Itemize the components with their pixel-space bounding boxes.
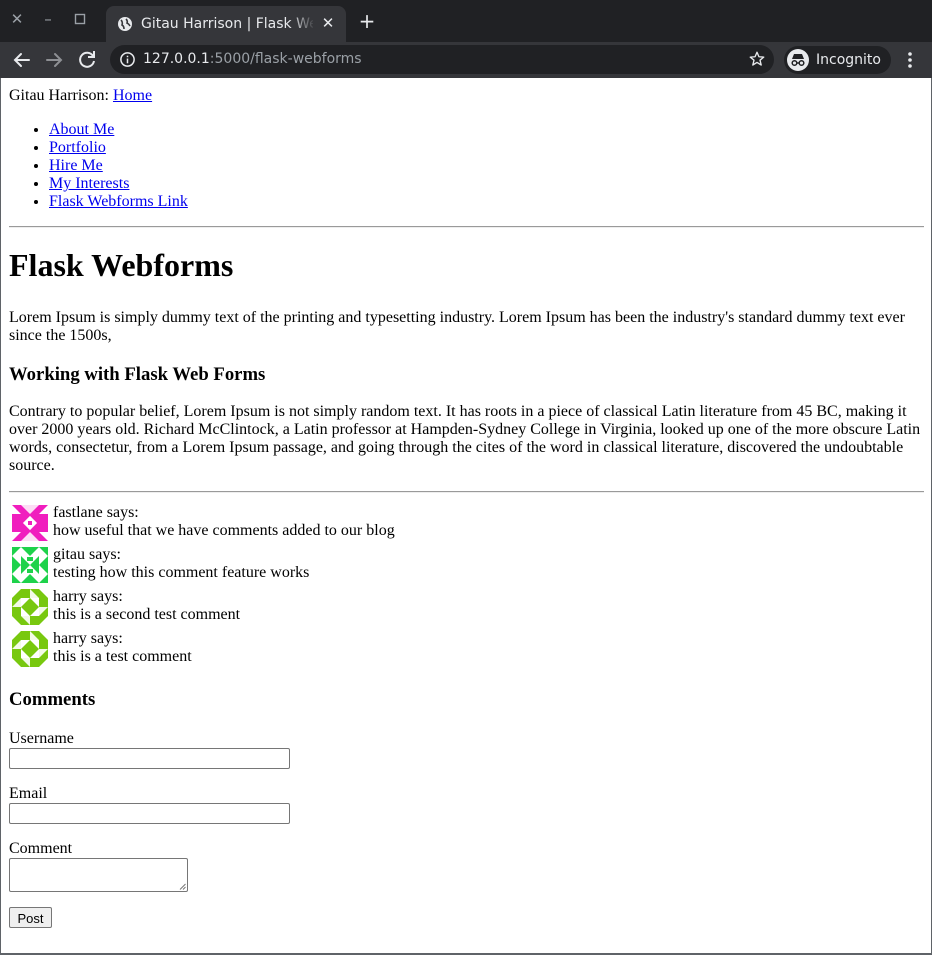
home-link[interactable]: Home bbox=[113, 87, 152, 104]
comment-text: harry says: this is a test comment bbox=[53, 630, 192, 666]
comment-item: harry says: this is a test comment bbox=[12, 630, 612, 668]
comment-label: Comment bbox=[9, 840, 73, 857]
comment-body: this is a test comment bbox=[53, 648, 192, 665]
comment-author: harry says: bbox=[53, 630, 123, 647]
comment-author: harry says: bbox=[53, 588, 123, 605]
maximize-icon[interactable] bbox=[71, 8, 89, 30]
comment-body: this is a second test comment bbox=[53, 606, 241, 623]
tab-title-fade bbox=[291, 12, 315, 34]
comment-body: how useful that we have comments added t… bbox=[53, 522, 395, 539]
globe-icon bbox=[118, 17, 132, 31]
browser-toolbar: 127.0.0.1:5000/flask-webforms Incognito bbox=[0, 42, 932, 78]
url-path: :5000/flask-webforms bbox=[209, 51, 362, 67]
incognito-icon bbox=[787, 49, 809, 71]
intro-paragraph: Lorem Ipsum is simply dummy text of the … bbox=[9, 309, 905, 344]
comment-text: harry says: this is a second test commen… bbox=[53, 588, 240, 624]
reload-icon[interactable] bbox=[75, 48, 99, 72]
page-viewport: Gitau Harrison: Home About Me Portfolio … bbox=[0, 78, 932, 955]
comment-item: gitau says: testing how this comment fea… bbox=[12, 546, 612, 584]
comment-author: gitau says: bbox=[53, 546, 121, 563]
new-tab-icon[interactable]: + bbox=[356, 10, 378, 32]
tab-title: Gitau Harrison | Flask Webforms bbox=[141, 16, 313, 32]
nav-list: About Me Portfolio Hire Me My Interests … bbox=[9, 121, 188, 211]
nav-item-hire: Hire Me bbox=[49, 157, 188, 175]
comment-textarea[interactable] bbox=[9, 858, 188, 892]
comment-text: gitau says: testing how this comment fea… bbox=[53, 546, 309, 582]
url-text: 127.0.0.1:5000/flask-webforms bbox=[143, 50, 362, 69]
email-label: Email bbox=[9, 785, 48, 802]
avatar bbox=[12, 631, 48, 667]
username-input[interactable] bbox=[9, 748, 290, 769]
star-icon[interactable] bbox=[748, 50, 766, 68]
menu-dots-icon[interactable] bbox=[902, 50, 918, 70]
divider-comments bbox=[9, 491, 924, 493]
minimize-icon[interactable]: – bbox=[39, 8, 57, 30]
url-host: 127.0.0.1 bbox=[143, 51, 210, 67]
nav-item-webforms: Flask Webforms Link bbox=[49, 193, 188, 211]
forward-arrow-icon[interactable] bbox=[42, 48, 66, 72]
nav-link-interests[interactable]: My Interests bbox=[49, 175, 129, 192]
nav-item-interests: My Interests bbox=[49, 175, 188, 193]
comment-author: fastlane says: bbox=[53, 504, 139, 521]
comment-item: harry says: this is a second test commen… bbox=[12, 588, 612, 626]
comment-item: fastlane says: how useful that we have c… bbox=[12, 504, 612, 542]
resize-grip-icon[interactable] bbox=[179, 883, 186, 890]
close-tab-icon[interactable]: ✕ bbox=[319, 14, 337, 32]
divider-top bbox=[9, 226, 924, 228]
avatar bbox=[12, 589, 48, 625]
address-bar[interactable]: 127.0.0.1:5000/flask-webforms bbox=[110, 45, 774, 74]
comment-text: fastlane says: how useful that we have c… bbox=[53, 504, 395, 540]
avatar bbox=[12, 505, 48, 541]
post-button[interactable]: Post bbox=[9, 907, 52, 928]
email-input[interactable] bbox=[9, 803, 290, 824]
incognito-label: Incognito bbox=[816, 52, 881, 68]
close-window-icon[interactable]: ✕ bbox=[8, 8, 26, 30]
nav-item-portfolio: Portfolio bbox=[49, 139, 188, 157]
username-label: Username bbox=[9, 730, 74, 747]
browser-tab[interactable]: Gitau Harrison | Flask Webforms ✕ bbox=[106, 6, 346, 42]
info-icon[interactable] bbox=[119, 51, 136, 68]
incognito-badge[interactable]: Incognito bbox=[784, 46, 891, 74]
nav-link-webforms[interactable]: Flask Webforms Link bbox=[49, 193, 188, 210]
page-title: Flask Webforms bbox=[9, 247, 234, 283]
avatar bbox=[12, 547, 48, 583]
comment-body: testing how this comment feature works bbox=[53, 564, 310, 581]
browser-tabstrip: ✕ – Gitau Harrison | Flask Webforms ✕ + bbox=[0, 0, 932, 42]
back-arrow-icon[interactable] bbox=[10, 48, 34, 72]
section-heading: Working with Flask Web Forms bbox=[9, 364, 266, 385]
nav-link-about[interactable]: About Me bbox=[49, 121, 114, 138]
nav-item-about: About Me bbox=[49, 121, 188, 139]
section-paragraph: Contrary to popular belief, Lorem Ipsum … bbox=[9, 403, 921, 474]
nav-link-hire[interactable]: Hire Me bbox=[49, 157, 103, 174]
comments-form-heading: Comments bbox=[9, 689, 96, 710]
nav-link-portfolio[interactable]: Portfolio bbox=[49, 139, 106, 156]
site-header: Gitau Harrison: Home bbox=[9, 87, 152, 105]
site-name: Gitau Harrison: bbox=[9, 87, 109, 104]
